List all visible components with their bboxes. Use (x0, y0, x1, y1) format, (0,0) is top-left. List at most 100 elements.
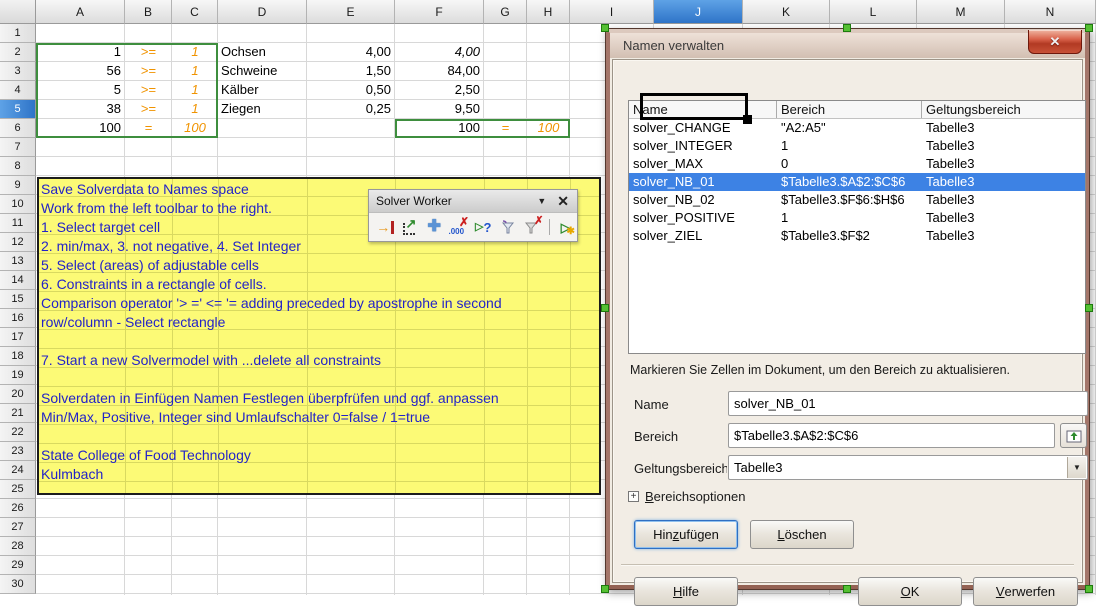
cell-F4[interactable]: 2,50 (395, 81, 484, 100)
column-header[interactable]: G (484, 0, 527, 24)
column-header[interactable]: C (172, 0, 218, 24)
list-header-bereich[interactable]: Bereich (777, 101, 922, 118)
selection-handle[interactable] (601, 24, 609, 32)
cell-A4[interactable]: 5 (36, 81, 125, 100)
cell-H6[interactable]: 100 (527, 119, 570, 138)
run-check-icon[interactable]: ▷ ? (472, 216, 495, 238)
shrink-range-button[interactable] (1060, 423, 1087, 448)
row-header[interactable]: 25 (0, 480, 36, 499)
row-header[interactable]: 22 (0, 423, 36, 442)
row-header[interactable]: 16 (0, 309, 36, 328)
column-header[interactable]: B (125, 0, 172, 24)
filter-icon[interactable] (497, 216, 520, 238)
dialog-close-button[interactable]: ✕ (1028, 30, 1082, 54)
row-header[interactable]: 17 (0, 328, 36, 347)
row-header[interactable]: 8 (0, 157, 36, 176)
row-header[interactable]: 20 (0, 385, 36, 404)
row-header[interactable]: 11 (0, 214, 36, 233)
column-header[interactable]: I (570, 0, 654, 24)
column-header[interactable]: L (830, 0, 917, 24)
names-list-row[interactable]: solver_NB_02 $Tabelle3.$F$6:$H$6 Tabelle… (629, 191, 1085, 209)
row-header[interactable]: 27 (0, 518, 36, 537)
min-max-chart-icon[interactable]: ↗ (399, 216, 422, 238)
row-header[interactable]: 14 (0, 271, 36, 290)
row-header[interactable]: 23 (0, 442, 36, 461)
column-header[interactable]: H (527, 0, 570, 24)
scope-combobox[interactable]: Tabelle3 ▼ (728, 455, 1088, 480)
dialog-titlebar[interactable]: Namen verwalten (610, 33, 1085, 58)
selection-handle[interactable] (843, 24, 851, 32)
range-options-label[interactable]: Bereichsoptionen (645, 489, 745, 504)
cell-E2[interactable]: 4,00 (307, 43, 395, 62)
row-header[interactable]: 6 (0, 119, 36, 138)
column-header[interactable]: N (1005, 0, 1096, 24)
toolbar-titlebar[interactable]: Solver Worker ▼ ✕ (369, 190, 577, 213)
column-header[interactable]: E (307, 0, 395, 24)
cell-F3[interactable]: 84,00 (395, 62, 484, 81)
row-header[interactable]: 5 (0, 100, 36, 119)
row-header[interactable]: 9 (0, 176, 36, 195)
cell-B4[interactable]: >= (125, 81, 172, 100)
toolbar-menu-icon[interactable]: ▼ (537, 196, 546, 206)
row-header[interactable]: 15 (0, 290, 36, 309)
name-input[interactable]: solver_NB_01 (728, 391, 1088, 416)
selection-handle[interactable] (843, 585, 851, 593)
names-list-row[interactable]: solver_NB_01 $Tabelle3.$A$2:$C$6 Tabelle… (629, 173, 1085, 191)
names-list-row[interactable]: solver_MAX 0 Tabelle3 (629, 155, 1085, 173)
row-header[interactable]: 28 (0, 537, 36, 556)
sheet-corner-box[interactable] (0, 0, 36, 24)
names-list-row[interactable]: solver_POSITIVE 1 Tabelle3 (629, 209, 1085, 227)
cell-A5[interactable]: 38 (36, 100, 125, 119)
row-header[interactable]: 24 (0, 461, 36, 480)
column-header[interactable]: J (654, 0, 743, 24)
selection-handle[interactable] (1085, 24, 1093, 32)
cell-C6[interactable]: 100 (172, 119, 218, 138)
delete-button[interactable]: Löschen (750, 520, 854, 549)
column-header[interactable]: F (395, 0, 484, 24)
bereich-input[interactable]: $Tabelle3.$A$2:$C$6 (728, 423, 1055, 448)
cell-A6[interactable]: 100 (36, 119, 125, 138)
cell-F2[interactable]: 4,00 (395, 43, 484, 62)
run-solver-icon[interactable]: ▷ ✱ (554, 216, 577, 238)
cell-F5[interactable]: 9,50 (395, 100, 484, 119)
list-header-scope[interactable]: Geltungsbereich (922, 101, 1085, 118)
names-list-row[interactable]: solver_INTEGER 1 Tabelle3 (629, 137, 1085, 155)
cell-D4[interactable]: Kälber (218, 81, 307, 100)
cell-D2[interactable]: Ochsen (218, 43, 307, 62)
cell-G6[interactable]: = (484, 119, 527, 138)
annotation-rectangle[interactable] (640, 93, 748, 120)
selection-handle[interactable] (1085, 304, 1093, 312)
names-list[interactable]: Name Bereich Geltungsbereich solver_CHAN… (628, 100, 1086, 354)
cell-E3[interactable]: 1,50 (307, 62, 395, 81)
cell-C5[interactable]: 1 (172, 100, 218, 119)
row-header[interactable]: 30 (0, 575, 36, 594)
row-header[interactable]: 1 (0, 24, 36, 43)
column-header[interactable]: M (917, 0, 1005, 24)
expand-options-icon[interactable]: + (628, 491, 639, 502)
cell-A2[interactable]: 1 (36, 43, 125, 62)
row-header[interactable]: 13 (0, 252, 36, 271)
names-list-row[interactable]: solver_ZIEL $Tabelle3.$F$2 Tabelle3 (629, 227, 1085, 245)
column-header[interactable]: A (36, 0, 125, 24)
cell-B5[interactable]: >= (125, 100, 172, 119)
cell-B6[interactable]: = (125, 119, 172, 138)
cell-F6[interactable]: 100 (395, 119, 484, 138)
names-list-row[interactable]: solver_CHANGE "A2:A5" Tabelle3 (629, 119, 1085, 137)
cell-D3[interactable]: Schweine (218, 62, 307, 81)
help-button[interactable]: Hilfe (634, 577, 738, 606)
selection-handle[interactable] (1085, 585, 1093, 593)
cell-A3[interactable]: 56 (36, 62, 125, 81)
add-button[interactable]: Hinzufügen (634, 520, 738, 549)
cell-B2[interactable]: >= (125, 43, 172, 62)
toolbar-close-icon[interactable]: ✕ (557, 194, 569, 208)
ok-button[interactable]: OK (858, 577, 962, 606)
annotation-resize-handle[interactable] (743, 115, 752, 124)
delete-decimals-icon[interactable]: .000 ✗ (448, 216, 471, 238)
cell-B3[interactable]: >= (125, 62, 172, 81)
row-header[interactable]: 7 (0, 138, 36, 157)
row-header[interactable]: 3 (0, 62, 36, 81)
cancel-button[interactable]: Verwerfen (973, 577, 1078, 606)
cell-D5[interactable]: Ziegen (218, 100, 307, 119)
row-header[interactable]: 4 (0, 81, 36, 100)
add-icon[interactable]: ✚ (423, 216, 446, 238)
